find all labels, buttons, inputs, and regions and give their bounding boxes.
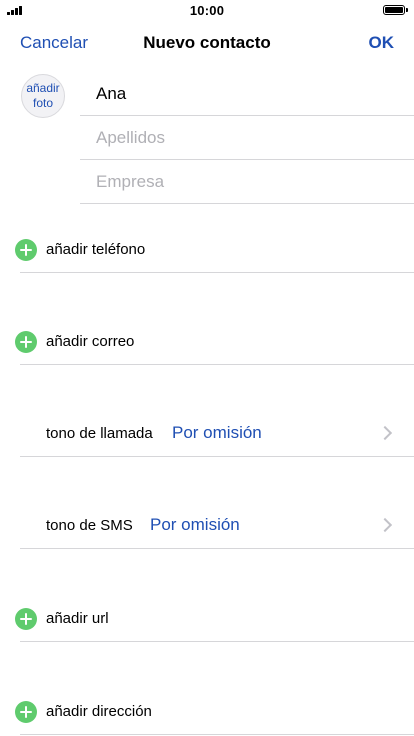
add-icon[interactable] (15, 331, 37, 353)
add-email-label: añadir correo (46, 333, 135, 350)
ringtone-value: Por omisión (172, 423, 262, 442)
add-url-row[interactable]: añadir url (15, 596, 414, 642)
add-phone-row[interactable]: añadir teléfono (15, 227, 414, 273)
first-name-field[interactable] (96, 82, 396, 106)
last-name-row (80, 116, 414, 160)
add-icon[interactable] (15, 701, 37, 723)
chevron-right-icon (377, 425, 393, 441)
new-contact-screen: 10:00 Cancelar Nuevo contacto OK añadir … (0, 0, 414, 736)
ringtone-row[interactable]: tono de llamada Por omisión (20, 411, 414, 457)
page-title: Nuevo contacto (143, 33, 271, 52)
add-photo-button[interactable]: añadir foto (21, 74, 65, 118)
add-photo-label-line1: añadir (26, 81, 60, 95)
add-address-row[interactable]: añadir dirección (15, 689, 414, 735)
add-icon[interactable] (15, 608, 37, 630)
sms-tone-value: Por omisión (150, 515, 240, 534)
last-name-field[interactable] (96, 126, 396, 150)
battery-icon (383, 5, 408, 15)
status-time: 10:00 (189, 3, 225, 18)
chevron-right-icon (377, 517, 393, 533)
add-address-label: añadir dirección (46, 703, 152, 720)
sms-tone-row[interactable]: tono de SMS Por omisión (20, 503, 414, 549)
add-phone-label: añadir teléfono (46, 241, 146, 258)
company-row (80, 160, 414, 204)
ok-button[interactable]: OK (369, 33, 395, 53)
status-bar: 10:00 (0, 0, 414, 20)
navigation-bar: Cancelar Nuevo contacto OK (0, 20, 414, 64)
add-icon[interactable] (15, 239, 37, 261)
company-field[interactable] (96, 170, 396, 194)
ringtone-label: tono de llamada (46, 425, 153, 442)
add-email-row[interactable]: añadir correo (15, 319, 414, 365)
add-photo-label-line2: foto (32, 96, 53, 110)
add-url-label: añadir url (46, 610, 109, 627)
first-name-row (80, 72, 414, 116)
sms-tone-label: tono de SMS (46, 517, 133, 534)
